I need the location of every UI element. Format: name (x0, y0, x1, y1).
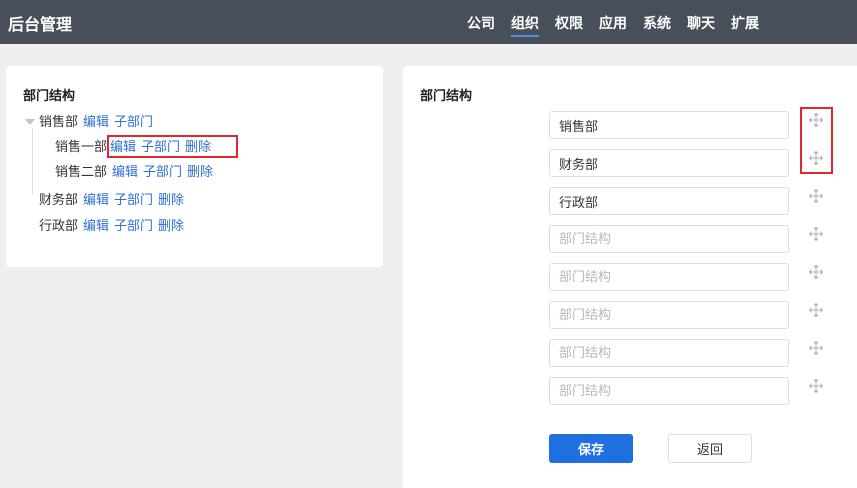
department-input[interactable] (549, 225, 789, 253)
highlight-box (800, 107, 833, 174)
nav-item-apps[interactable]: 应用 (599, 0, 627, 44)
tree-node-sales-2: 销售二部 编辑 子部门 删除 (55, 164, 213, 182)
tree-node-admin: 行政部 编辑 子部门 删除 (39, 218, 184, 236)
nav-item-chat[interactable]: 聊天 (687, 0, 715, 44)
department-input[interactable] (549, 111, 789, 139)
tree-guide-line (32, 128, 33, 195)
tree-node-label: 行政部 (39, 219, 79, 234)
tree-node-finance: 财务部 编辑 子部门 删除 (39, 192, 184, 210)
department-input[interactable] (549, 339, 789, 367)
expand-caret-icon[interactable] (25, 119, 35, 125)
edit-link[interactable]: 编辑 (83, 219, 109, 234)
edit-link[interactable]: 编辑 (83, 193, 109, 208)
top-bar: 后台管理 公司 组织 权限 应用 系统 聊天 扩展 (0, 0, 857, 44)
department-tree-panel: 部门结构 销售部 编辑 子部门 销售一部 编辑 子部门 删除 销售二部 编辑 子部门 删除 财务… (6, 66, 383, 267)
move-icon[interactable] (808, 302, 824, 318)
department-input[interactable] (549, 187, 789, 215)
department-input[interactable] (549, 377, 789, 405)
department-input[interactable] (549, 263, 789, 291)
tree-node-sales: 销售部 编辑 子部门 (39, 114, 153, 132)
tree-node-label: 销售部 (39, 115, 79, 130)
nav-item-company[interactable]: 公司 (467, 0, 495, 44)
move-icon[interactable] (808, 378, 824, 394)
edit-link[interactable]: 编辑 (112, 165, 138, 180)
nav-item-extensions[interactable]: 扩展 (731, 0, 759, 44)
move-icon[interactable] (808, 340, 824, 356)
right-panel-title: 部门结构 (420, 89, 473, 104)
back-button[interactable]: 返回 (668, 434, 752, 463)
department-edit-panel: 部门结构 保存 返回 (403, 66, 857, 488)
save-button[interactable]: 保存 (549, 434, 633, 463)
delete-link[interactable]: 删除 (158, 219, 184, 234)
tree-node-label: 财务部 (39, 193, 79, 208)
app-title: 后台管理 (8, 15, 73, 34)
department-input[interactable] (549, 149, 789, 177)
add-subdepartment-link[interactable]: 子部门 (143, 165, 182, 180)
delete-link[interactable]: 删除 (158, 193, 184, 208)
nav-item-organization[interactable]: 组织 (511, 0, 539, 44)
move-icon[interactable] (808, 226, 824, 242)
tree-node-label: 销售一部 (55, 140, 108, 155)
nav-item-system[interactable]: 系统 (643, 0, 671, 44)
left-panel-title: 部门结构 (23, 89, 76, 104)
add-subdepartment-link[interactable]: 子部门 (114, 219, 153, 234)
edit-link[interactable]: 编辑 (83, 115, 109, 130)
tree-node-label: 销售二部 (55, 165, 108, 180)
add-subdepartment-link[interactable]: 子部门 (114, 115, 153, 130)
highlight-box (107, 135, 238, 158)
move-icon[interactable] (808, 264, 824, 280)
delete-link[interactable]: 删除 (187, 165, 213, 180)
nav-item-permissions[interactable]: 权限 (555, 0, 583, 44)
add-subdepartment-link[interactable]: 子部门 (114, 193, 153, 208)
main-nav: 公司 组织 权限 应用 系统 聊天 扩展 (467, 0, 775, 44)
move-icon[interactable] (808, 188, 824, 204)
department-input[interactable] (549, 301, 789, 329)
